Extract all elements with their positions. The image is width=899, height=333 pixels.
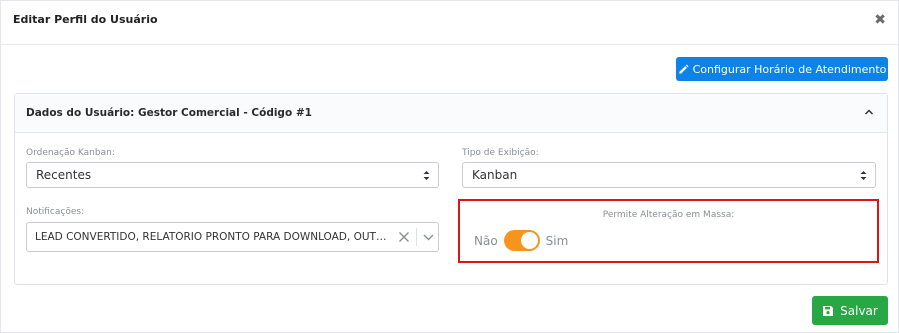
sort-kanban-label: Ordenação Kanban: (26, 148, 115, 158)
floppy-disk-icon (823, 305, 834, 316)
notifications-multiselect[interactable]: LEAD CONVERTIDO, RELATÓRIO PRONTO PARA D… (26, 222, 439, 252)
configure-hours-button[interactable]: Configurar Horário de Atendimento (676, 57, 888, 81)
display-type-select[interactable]: Kanban (462, 162, 876, 188)
mass-edit-toggle[interactable] (503, 230, 540, 251)
notifications-value: LEAD CONVERTIDO, RELATÓRIO PRONTO PARA D… (35, 231, 390, 243)
multiselect-divider (416, 228, 417, 246)
chevron-down-icon[interactable] (423, 234, 434, 241)
select-arrows-icon (860, 171, 867, 180)
mass-edit-highlight: Permite Alteração em Massa: Não Sim (458, 199, 879, 263)
close-icon[interactable]: ✖ (874, 13, 886, 27)
toggle-knob (520, 232, 538, 249)
card-title: Dados do Usuário: Gestor Comercial - Cód… (26, 107, 312, 119)
sort-kanban-value: Recentes (36, 168, 92, 182)
sort-kanban-select[interactable]: Recentes (26, 162, 439, 188)
toggle-off-label: Não (474, 233, 498, 248)
save-label: Salvar (840, 303, 878, 318)
clear-icon[interactable] (398, 231, 410, 243)
card-header[interactable]: Dados do Usuário: Gestor Comercial - Cód… (15, 94, 887, 133)
notifications-label: Notificações: (26, 207, 85, 217)
save-button[interactable]: Salvar (812, 296, 888, 325)
modal-header: Editar Perfil do Usuário ✖ (1, 1, 898, 45)
edit-profile-modal: Editar Perfil do Usuário ✖ Configurar Ho… (0, 0, 899, 333)
mass-edit-toggle-row: Não Sim (474, 230, 568, 251)
mass-edit-label: Permite Alteração em Massa: (602, 210, 735, 220)
display-type-value: Kanban (472, 168, 518, 182)
chevron-up-icon[interactable] (862, 105, 876, 119)
modal-title: Editar Perfil do Usuário (13, 13, 158, 26)
configure-hours-label: Configurar Horário de Atendimento (692, 62, 887, 76)
display-type-label: Tipo de Exibição: (462, 148, 539, 158)
toggle-on-label: Sim (545, 233, 569, 248)
pencil-icon (678, 63, 689, 74)
select-arrows-icon (423, 171, 430, 180)
